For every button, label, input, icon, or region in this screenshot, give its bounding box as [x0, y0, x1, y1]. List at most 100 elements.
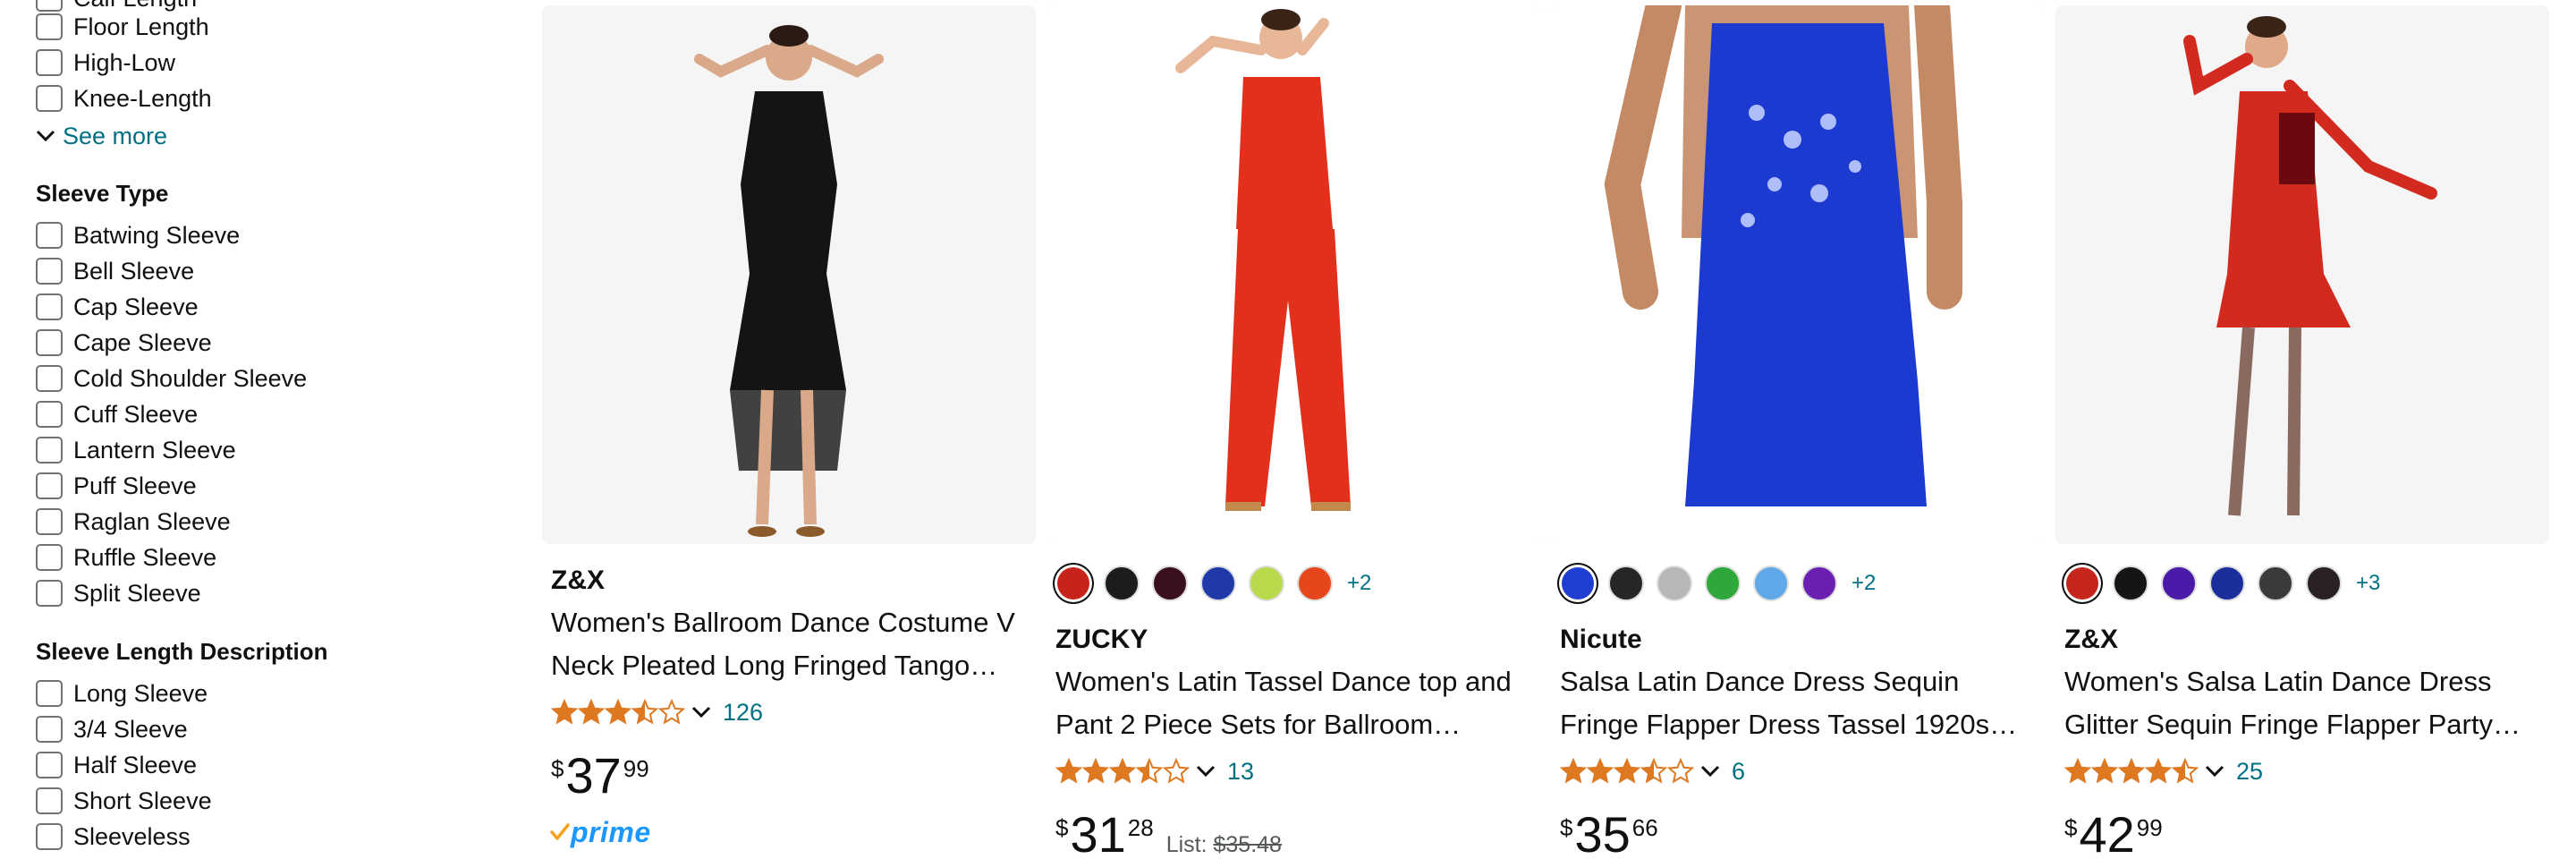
- color-swatch[interactable]: [1801, 566, 1837, 601]
- rating-count-link[interactable]: 126: [723, 699, 763, 727]
- more-swatches-link[interactable]: +2: [1852, 571, 1876, 596]
- product-title-link[interactable]: Women's Ballroom Dance Costume V Neck Pl…: [551, 601, 1025, 687]
- filter-option-sleeve-length[interactable]: Sleeveless: [36, 819, 191, 855]
- product-image[interactable]: [1046, 5, 1540, 544]
- color-swatch[interactable]: [2161, 566, 2197, 601]
- product-brand: Z&X: [551, 566, 605, 595]
- filter-option-sleeve-length[interactable]: Long Sleeve: [36, 676, 208, 711]
- color-swatch[interactable]: [1562, 567, 1594, 600]
- product-photo-illustration: [1551, 5, 2045, 544]
- product-image[interactable]: [1551, 5, 2045, 544]
- product-rating[interactable]: 25: [2064, 753, 2263, 789]
- product-card[interactable]: +2 ZUCKY Women's Latin Tassel Dance top an…: [1046, 0, 1540, 859]
- star-full-icon: [2145, 758, 2172, 784]
- color-swatch[interactable]: [1753, 566, 1789, 601]
- chevron-down-icon[interactable]: [2204, 764, 2225, 778]
- rating-count-link[interactable]: 6: [1732, 758, 1745, 786]
- checkbox[interactable]: [36, 752, 63, 778]
- checkbox[interactable]: [36, 85, 63, 112]
- chevron-down-icon: [36, 130, 55, 142]
- product-rating[interactable]: 126: [551, 694, 763, 730]
- checkbox[interactable]: [36, 437, 63, 464]
- checkbox[interactable]: [36, 472, 63, 499]
- color-swatch[interactable]: [2258, 566, 2293, 601]
- filter-option-sleeve-type[interactable]: Raglan Sleeve: [36, 504, 231, 540]
- product-price: $35 66: [1560, 807, 1658, 859]
- product-rating[interactable]: 13: [1055, 753, 1254, 789]
- filter-option-high-low[interactable]: High-Low: [36, 45, 175, 81]
- more-swatches-link[interactable]: +3: [2356, 571, 2380, 596]
- color-swatch[interactable]: [1152, 566, 1188, 601]
- filter-option-sleeve-length[interactable]: Short Sleeve: [36, 783, 212, 819]
- product-card[interactable]: +2 Nicute Salsa Latin Dance Dress Sequin F…: [1551, 0, 2045, 859]
- checkbox[interactable]: [36, 716, 63, 743]
- filter-option-sleeve-type[interactable]: Split Sleeve: [36, 575, 201, 611]
- checkbox[interactable]: [36, 823, 63, 850]
- checkbox[interactable]: [36, 787, 63, 814]
- price-whole: 42: [2079, 806, 2135, 859]
- color-swatch[interactable]: [1249, 566, 1284, 601]
- color-swatch[interactable]: [1608, 566, 1644, 601]
- price-symbol: $: [1055, 814, 1069, 841]
- filter-option-sleeve-length[interactable]: Half Sleeve: [36, 747, 197, 783]
- filter-option-sleeve-type[interactable]: Cold Shoulder Sleeve: [36, 361, 307, 396]
- filter-option-label: Long Sleeve: [73, 680, 208, 707]
- more-swatches-link[interactable]: +2: [1347, 571, 1371, 596]
- color-swatch[interactable]: [1705, 566, 1741, 601]
- product-title-link[interactable]: Women's Latin Tassel Dance top and Pant …: [1055, 660, 1530, 746]
- color-swatch[interactable]: [2209, 566, 2245, 601]
- rating-stars: [551, 699, 685, 726]
- checkbox[interactable]: [36, 680, 63, 707]
- filter-option-floor-length[interactable]: Floor Length: [36, 9, 209, 45]
- filter-sidebar: Calf Length Floor Length High-Low Knee-L…: [36, 0, 501, 859]
- color-swatch[interactable]: [2306, 566, 2342, 601]
- color-swatch[interactable]: [1200, 566, 1236, 601]
- product-brand: Z&X: [2064, 625, 2118, 654]
- filter-option-sleeve-type[interactable]: Cuff Sleeve: [36, 396, 198, 432]
- checkbox[interactable]: [36, 49, 63, 76]
- rating-count-link[interactable]: 25: [2236, 758, 2263, 786]
- star-half-icon: [2172, 758, 2199, 784]
- product-title-link[interactable]: Salsa Latin Dance Dress Sequin Fringe Fl…: [1560, 660, 2034, 746]
- product-card[interactable]: Z&X Women's Ballroom Dance Costume V Neck…: [542, 0, 1036, 859]
- product-card[interactable]: +3 Z&X Women's Salsa Latin Dance Dress Gli…: [2055, 0, 2549, 859]
- product-title-link[interactable]: Women's Salsa Latin Dance Dress Glitter …: [2064, 660, 2538, 746]
- filter-option-label: Cuff Sleeve: [73, 401, 199, 428]
- checkbox[interactable]: [36, 222, 63, 249]
- product-image[interactable]: [2055, 5, 2549, 544]
- checkbox[interactable]: [36, 293, 63, 320]
- chevron-down-icon[interactable]: [1195, 764, 1216, 778]
- chevron-down-icon[interactable]: [691, 705, 712, 719]
- filter-option-sleeve-type[interactable]: Lantern Sleeve: [36, 432, 236, 468]
- filter-option-sleeve-type[interactable]: Puff Sleeve: [36, 468, 197, 504]
- filter-option-label: Split Sleeve: [73, 580, 201, 607]
- color-swatch[interactable]: [2113, 566, 2148, 601]
- checkbox[interactable]: [36, 401, 63, 428]
- checkbox[interactable]: [36, 258, 63, 285]
- checkbox[interactable]: [36, 13, 63, 40]
- filter-option-sleeve-type[interactable]: Cape Sleeve: [36, 325, 212, 361]
- filter-option-sleeve-type[interactable]: Cap Sleeve: [36, 289, 199, 325]
- star-empty-icon: [1163, 758, 1190, 784]
- chevron-down-icon[interactable]: [1699, 764, 1721, 778]
- checkbox[interactable]: [36, 544, 63, 571]
- filter-option-sleeve-type[interactable]: Batwing Sleeve: [36, 217, 240, 253]
- filter-option-sleeve-type[interactable]: Ruffle Sleeve: [36, 540, 216, 575]
- checkbox[interactable]: [36, 508, 63, 535]
- rating-count-link[interactable]: 13: [1227, 758, 1254, 786]
- color-swatch[interactable]: [1297, 566, 1333, 601]
- filter-option-sleeve-length[interactable]: 3/4 Sleeve: [36, 711, 188, 747]
- star-full-icon: [1055, 758, 1082, 784]
- filter-option-sleeve-type[interactable]: Bell Sleeve: [36, 253, 194, 289]
- filter-option-knee-length[interactable]: Knee-Length: [36, 81, 212, 116]
- color-swatch[interactable]: [1104, 566, 1140, 601]
- checkbox[interactable]: [36, 329, 63, 356]
- see-more-link[interactable]: See more: [36, 120, 167, 152]
- product-image[interactable]: [542, 5, 1036, 544]
- color-swatch[interactable]: [1057, 567, 1089, 600]
- color-swatch[interactable]: [2066, 567, 2098, 600]
- product-rating[interactable]: 6: [1560, 753, 1745, 789]
- checkbox[interactable]: [36, 365, 63, 392]
- checkbox[interactable]: [36, 580, 63, 607]
- color-swatch[interactable]: [1657, 566, 1692, 601]
